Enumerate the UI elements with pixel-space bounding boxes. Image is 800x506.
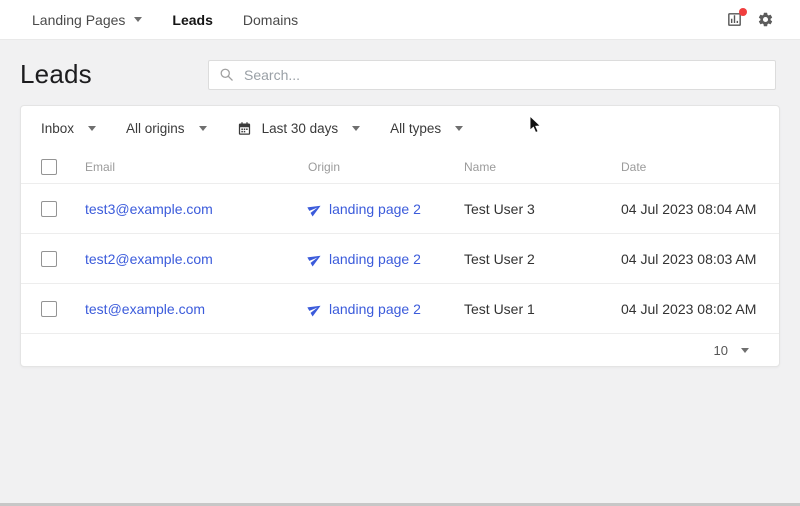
table-footer: 10 [21,334,779,366]
column-header-name: Name [464,160,621,174]
nav-item-domains[interactable]: Domains [243,12,298,28]
notification-badge [739,8,747,16]
chevron-down-icon [455,126,463,131]
lead-date: 04 Jul 2023 08:04 AM [621,201,779,217]
search-input[interactable] [244,67,765,83]
paper-plane-icon [305,199,324,218]
page-title: Leads [20,59,92,90]
chevron-down-icon [352,126,360,131]
filter-label: Last 30 days [262,121,339,136]
filter-types[interactable]: All types [390,121,463,136]
paper-plane-icon [305,299,324,318]
row-checkbox[interactable] [41,201,57,217]
filter-origins[interactable]: All origins [126,121,207,136]
lead-origin-link[interactable]: landing page 2 [308,201,464,217]
search-icon [219,67,234,82]
column-header-origin: Origin [308,160,464,174]
gear-icon [757,11,774,28]
lead-origin-link[interactable]: landing page 2 [308,251,464,267]
lead-email-link[interactable]: test@example.com [85,301,308,317]
nav-item-label: Domains [243,12,298,28]
lead-email-link[interactable]: test3@example.com [85,201,308,217]
nav-item-landing-pages[interactable]: Landing Pages [32,12,142,28]
filters-bar: Inbox All origins Last 30 days All types [21,106,779,150]
lead-email-link[interactable]: test2@example.com [85,251,308,267]
filter-label: All types [390,121,441,136]
lead-date: 04 Jul 2023 08:03 AM [621,251,779,267]
row-checkbox-cell [21,251,85,267]
lead-origin-label: landing page 2 [329,251,421,267]
lead-name: Test User 1 [464,301,621,317]
lead-date: 04 Jul 2023 08:02 AM [621,301,779,317]
row-checkbox-cell [21,201,85,217]
table-row: test3@example.com landing page 2 Test Us… [21,184,779,234]
select-all-checkbox[interactable] [41,159,57,175]
calendar-icon [237,121,252,136]
lead-name: Test User 2 [464,251,621,267]
filter-inbox[interactable]: Inbox [41,121,96,136]
search-box[interactable] [208,60,776,90]
top-navigation-bar: Landing Pages Leads Domains [0,0,800,40]
column-header-date: Date [621,160,779,174]
lead-origin-label: landing page 2 [329,301,421,317]
lead-name: Test User 3 [464,201,621,217]
chevron-down-icon [134,17,142,22]
column-header-email: Email [85,160,308,174]
table-row: test2@example.com landing page 2 Test Us… [21,234,779,284]
filter-label: Inbox [41,121,74,136]
lead-origin-label: landing page 2 [329,201,421,217]
analytics-button[interactable] [726,11,743,28]
filter-date-range[interactable]: Last 30 days [237,121,361,136]
row-checkbox[interactable] [41,301,57,317]
filter-label: All origins [126,121,185,136]
row-checkbox-cell [21,301,85,317]
paper-plane-icon [305,249,324,268]
nav-item-leads[interactable]: Leads [172,12,212,28]
leads-card: Inbox All origins Last 30 days All types [20,105,780,367]
header-checkbox-cell [21,159,85,175]
row-checkbox[interactable] [41,251,57,267]
table-header-row: Email Origin Name Date [21,150,779,184]
nav-item-label: Leads [172,12,212,28]
nav-item-label: Landing Pages [32,12,125,28]
rows-per-page-dropdown[interactable] [741,348,749,353]
table-row: test@example.com landing page 2 Test Use… [21,284,779,334]
settings-button[interactable] [757,11,774,28]
lead-origin-link[interactable]: landing page 2 [308,301,464,317]
chevron-down-icon [199,126,207,131]
chevron-down-icon [88,126,96,131]
rows-per-page-value: 10 [714,343,728,358]
page-header: Leads [0,40,800,105]
